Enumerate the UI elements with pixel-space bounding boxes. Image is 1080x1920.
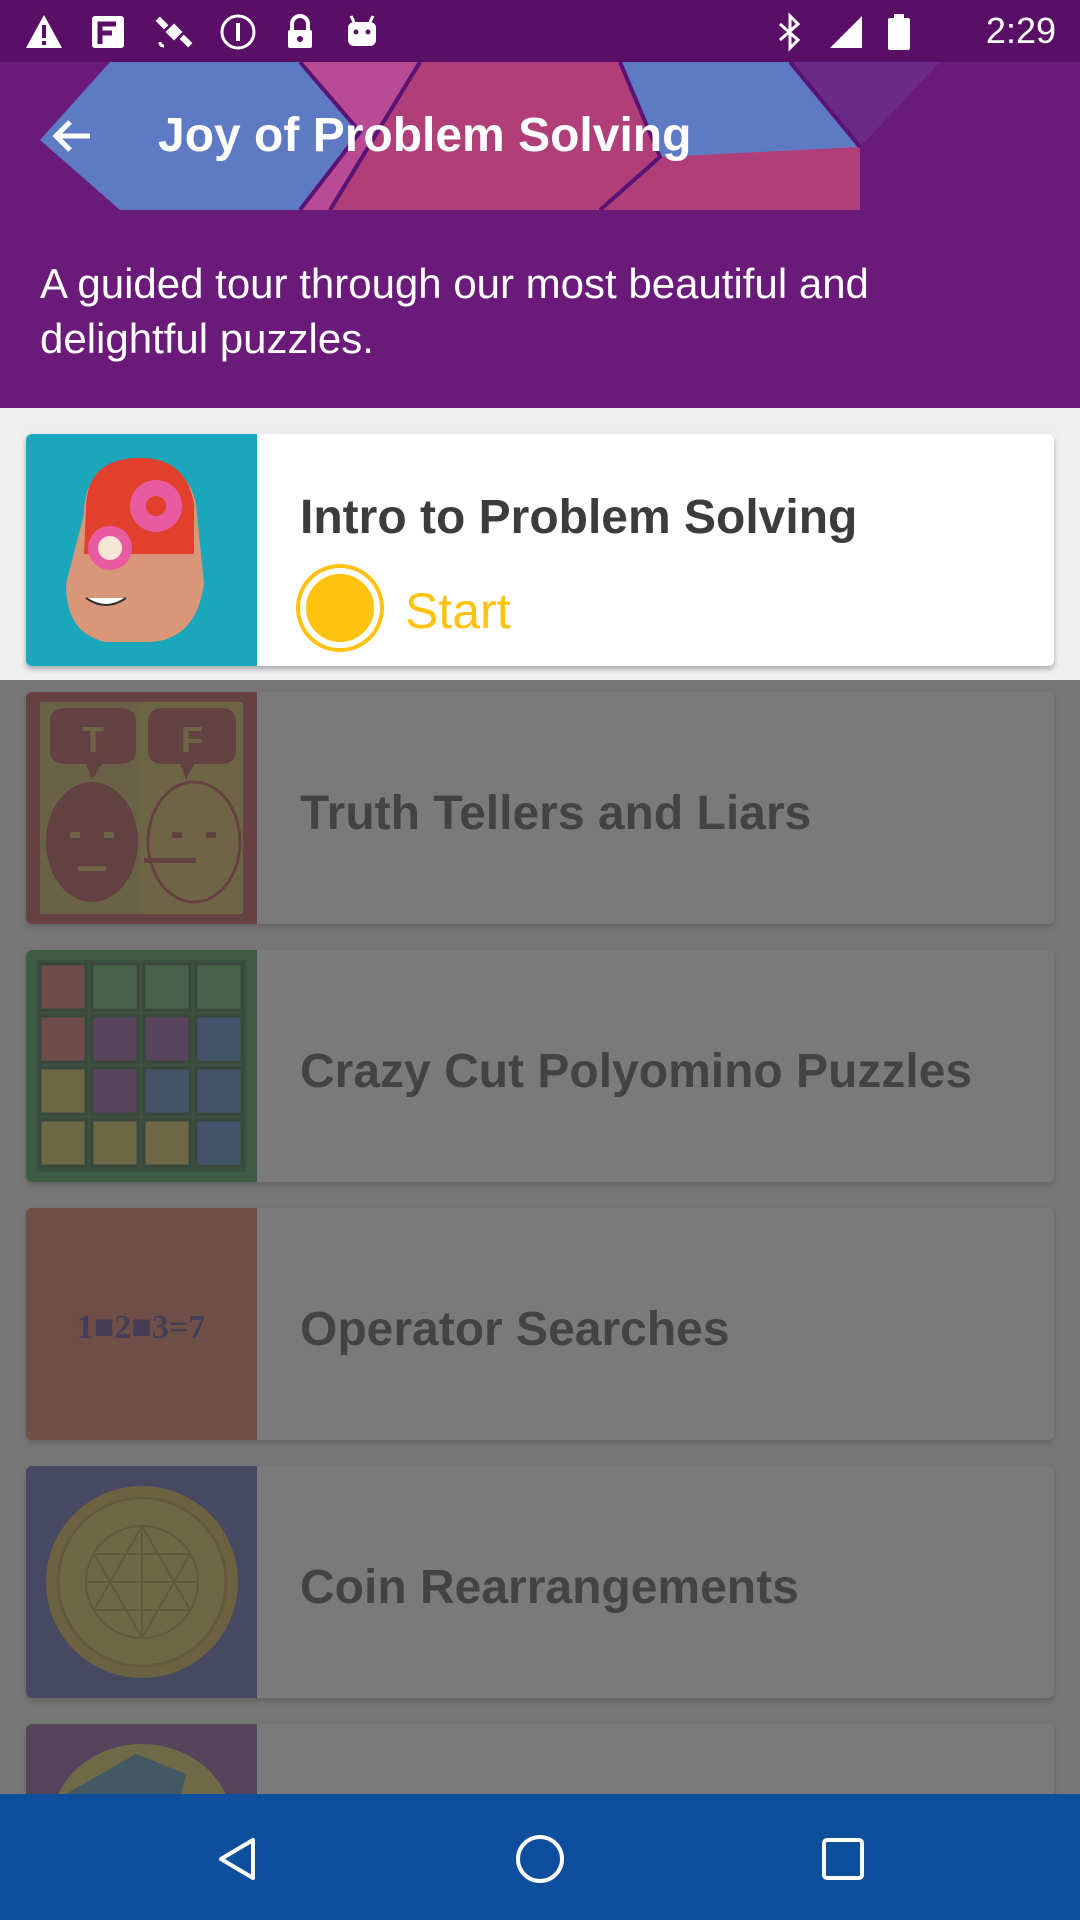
page-title: Joy of Problem Solving <box>158 109 692 162</box>
nav-home-button[interactable] <box>500 1819 580 1899</box>
system-nav-bar <box>0 1794 1080 1920</box>
course-title: Coin Rearrangements <box>300 1561 799 1614</box>
lock-icon <box>288 14 312 48</box>
android-icon <box>348 15 376 46</box>
head-gears-icon <box>66 457 204 642</box>
satellite-icon <box>155 16 193 48</box>
polyomino-grid-icon <box>36 960 246 1172</box>
battery-icon <box>888 14 910 50</box>
status-bar: 2:29 <box>0 0 1080 62</box>
back-triangle-icon <box>219 1838 255 1880</box>
equation-text: 1■2■3=7 <box>77 1309 205 1346</box>
recents-square-icon <box>822 1838 864 1880</box>
course-card-operator-searches[interactable]: 1■2■3=7 Operator Searches <box>26 1208 1054 1440</box>
course-card-coin-rearrangements[interactable]: Coin Rearrangements <box>26 1466 1054 1698</box>
fake-gps-icon <box>92 16 124 48</box>
app-bar: Joy of Problem Solving <box>0 62 1080 210</box>
arrow-back-icon <box>52 120 90 152</box>
start-label[interactable]: Start <box>405 582 511 640</box>
progress-circle-icon <box>300 568 380 648</box>
course-title: Intro to Problem Solving <box>300 491 858 544</box>
thumb-letter-f: F <box>181 719 203 760</box>
info-icon <box>220 14 256 50</box>
course-description: A guided tour through our most beautiful… <box>40 260 869 362</box>
course-thumb: 1■2■3=7 <box>26 1208 257 1440</box>
bluetooth-icon <box>779 12 801 52</box>
course-card-next[interactable] <box>26 1724 1054 1794</box>
nav-back-button[interactable] <box>198 1819 278 1899</box>
course-thumb <box>26 1724 257 1794</box>
clock: 2:29 <box>985 10 1056 51</box>
nav-recents-button[interactable] <box>803 1819 883 1899</box>
operator-equation-icon: 1■2■3=7 <box>77 1309 205 1346</box>
course-thumb: T F <box>26 692 257 924</box>
course-card-intro[interactable]: Intro to Problem Solving Start <box>26 434 1054 666</box>
course-title: Operator Searches <box>300 1303 730 1356</box>
course-card-polyomino[interactable]: Crazy Cut Polyomino Puzzles <box>26 950 1054 1182</box>
course-list[interactable]: Intro to Problem Solving Start T F Truth… <box>0 408 1080 1794</box>
course-thumb <box>26 950 257 1182</box>
shapes-icon <box>58 1744 226 1794</box>
back-button[interactable] <box>32 96 112 176</box>
course-title: Truth Tellers and Liars <box>300 787 812 840</box>
coin-icon <box>46 1486 238 1678</box>
truth-liar-faces-icon: T F <box>40 702 243 914</box>
course-thumb <box>26 1466 257 1698</box>
home-circle-icon <box>516 1835 564 1883</box>
warning-icon <box>26 15 62 48</box>
course-card-truth-tellers[interactable]: T F Truth Tellers and Liars <box>26 692 1054 924</box>
course-thumb <box>26 434 257 666</box>
course-description-panel: A guided tour through our most beautiful… <box>0 210 1080 408</box>
thumb-letter-t: T <box>82 719 104 760</box>
course-title: Crazy Cut Polyomino Puzzles <box>300 1045 973 1098</box>
signal-icon <box>830 16 862 48</box>
